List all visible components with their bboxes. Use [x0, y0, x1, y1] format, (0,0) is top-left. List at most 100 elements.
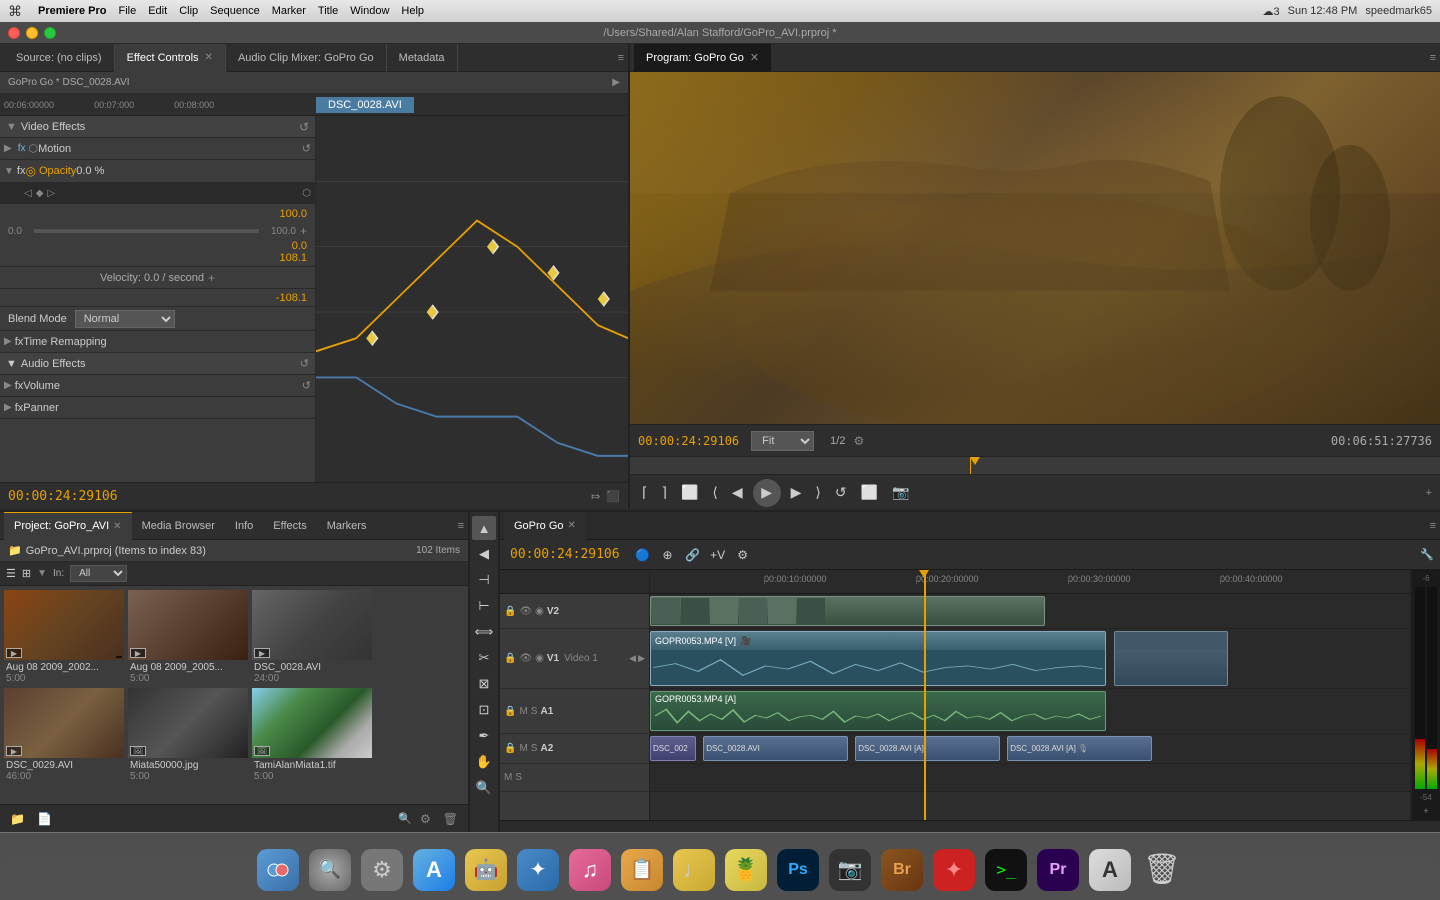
dock-system-prefs[interactable]: ⚙: [358, 843, 406, 891]
opacity-add-icon[interactable]: +: [300, 224, 307, 238]
slip-tool-button[interactable]: ⊠: [472, 672, 496, 696]
list-item[interactable]: ▶ DSC_0029.AVI 46:00: [4, 688, 124, 782]
opacity-nav-right-icon[interactable]: ▷: [47, 188, 55, 199]
video-effects-reset-icon[interactable]: ↺: [299, 120, 309, 134]
safe-margin-button[interactable]: ⬜: [857, 482, 882, 503]
a2-mute-icon[interactable]: M: [519, 743, 527, 754]
add-clip-icon[interactable]: +: [1426, 487, 1432, 499]
dock-finder[interactable]: [254, 843, 302, 891]
track-a2[interactable]: DSC_002 DSC_0028.AVI DSC_0028.AVI [A]: [650, 734, 1410, 764]
close-button[interactable]: [8, 27, 20, 39]
timeline-settings-icon[interactable]: 🔧: [1420, 548, 1434, 561]
list-item[interactable]: 🖼 TamiAlanMiata1.tif 5:00: [252, 688, 372, 782]
list-item[interactable]: ▶ Aug 08 2009_2005... 5:00: [128, 590, 248, 684]
tab-metadata[interactable]: Metadata: [387, 44, 458, 72]
add-marker-icon[interactable]: ⬛: [606, 490, 620, 503]
track-v1[interactable]: GOPR0053.MP4 [V] 🎥: [650, 629, 1410, 689]
dock-spike[interactable]: ✦: [930, 843, 978, 891]
menu-help[interactable]: Help: [401, 5, 424, 17]
dock-bridge[interactable]: Br: [878, 843, 926, 891]
ripple-edit-tool-button[interactable]: ⊣: [472, 568, 496, 592]
apple-menu[interactable]: ⌘: [8, 3, 22, 20]
audio-effects-collapse-icon[interactable]: ▼: [6, 358, 17, 370]
dock-garageband[interactable]: ♩: [670, 843, 718, 891]
opacity-value[interactable]: 0.0 %: [76, 165, 104, 177]
list-item[interactable]: 🖼 Miata50000.jpg 5:00: [128, 688, 248, 782]
dock-spotlight[interactable]: 🔍: [306, 843, 354, 891]
mark-clip-button[interactable]: ⬜: [677, 482, 702, 503]
dock-trash[interactable]: 🗑: [1138, 843, 1186, 891]
time-remap-expand-icon[interactable]: ▶: [4, 336, 12, 347]
panel-menu-button[interactable]: ≡: [618, 52, 624, 64]
a3-solo-icon[interactable]: S: [515, 772, 522, 783]
menu-clip[interactable]: Clip: [179, 5, 198, 17]
v1-lock-icon[interactable]: 🔒: [504, 653, 516, 664]
a1-mute-icon[interactable]: M: [519, 706, 527, 717]
menu-window[interactable]: Window: [350, 5, 389, 17]
v1-arrow-right-icon[interactable]: ▶: [638, 653, 645, 664]
search-icon[interactable]: 🔍: [398, 812, 412, 825]
delete-button[interactable]: 🗑: [439, 810, 462, 828]
opacity-add-keyframe-icon[interactable]: ◆: [36, 188, 44, 199]
new-bin-button[interactable]: 📁: [6, 810, 29, 828]
program-panel-menu[interactable]: ≡: [1430, 52, 1436, 64]
program-tab-close-icon[interactable]: ✕: [750, 51, 759, 64]
tab-info[interactable]: Info: [225, 512, 263, 540]
menu-sequence[interactable]: Sequence: [210, 5, 260, 17]
dock-font-book[interactable]: A: [1086, 843, 1134, 891]
app-name[interactable]: Premiere Pro: [38, 5, 106, 17]
slide-tool-button[interactable]: ⊡: [472, 698, 496, 722]
program-settings-icon[interactable]: ⚙: [853, 434, 864, 448]
tab-markers[interactable]: Markers: [317, 512, 377, 540]
program-timeline-ruler[interactable]: [630, 456, 1440, 474]
menu-edit[interactable]: Edit: [148, 5, 167, 17]
add-audio-button[interactable]: ⚙: [732, 544, 754, 566]
pen-tool-button[interactable]: ✒: [472, 724, 496, 748]
motion-reset-icon[interactable]: ↺: [302, 142, 311, 155]
play-to-out-icon[interactable]: ⤇: [591, 490, 600, 503]
search-in-dropdown[interactable]: All Name Type: [70, 565, 127, 582]
velocity-add-icon[interactable]: +: [208, 271, 215, 285]
new-item-button[interactable]: 📄: [33, 810, 56, 828]
v2-lock-icon[interactable]: 🔒: [504, 606, 516, 617]
opacity-expand-icon[interactable]: ▼: [4, 166, 14, 177]
track-a1[interactable]: GOPR0053.MP4 [A]: [650, 689, 1410, 734]
list-view-icon[interactable]: ☰: [6, 567, 16, 580]
audio-effects-reset-icon[interactable]: ↺: [300, 357, 309, 370]
hand-tool-button[interactable]: ✋: [472, 750, 496, 774]
track-v2[interactable]: [650, 594, 1410, 629]
track-select-tool-button[interactable]: ◀: [472, 542, 496, 566]
timeline-panel-menu[interactable]: ≡: [1430, 520, 1436, 532]
opacity-range-bar[interactable]: [34, 229, 259, 233]
dock-terminal[interactable]: >_: [982, 843, 1030, 891]
a2-clip-dsc002[interactable]: DSC_002: [650, 736, 696, 761]
mark-out-button[interactable]: ⌉: [657, 482, 670, 503]
tab-media-browser[interactable]: Media Browser: [132, 512, 225, 540]
razor-tool-button[interactable]: ✂: [472, 646, 496, 670]
a2-lock-icon[interactable]: 🔒: [504, 743, 516, 754]
search-dropdown[interactable]: ▼: [37, 568, 47, 579]
source-arrow-icon[interactable]: ▶: [612, 77, 620, 88]
step-back-button[interactable]: ◀: [728, 482, 747, 503]
tab-program-gopro[interactable]: Program: GoPro Go ✕: [634, 44, 771, 72]
a1-solo-icon[interactable]: S: [531, 706, 538, 717]
a1-clip[interactable]: GOPR0053.MP4 [A]: [650, 691, 1106, 731]
tab-effect-controls[interactable]: Effect Controls ✕: [115, 44, 226, 72]
dock-itunes[interactable]: ♫: [566, 843, 614, 891]
add-video-button[interactable]: +V: [707, 544, 729, 566]
play-button[interactable]: ▶: [753, 479, 781, 507]
tab-timeline-gopro[interactable]: GoPro Go ✕: [504, 512, 586, 540]
tracks-ruler[interactable]: 00:00:10:00000 00:00:20:00000 00:00:30:0…: [650, 570, 1410, 594]
project-tab-close-icon[interactable]: ✕: [113, 521, 121, 532]
dock-app-store[interactable]: A: [410, 843, 458, 891]
dock-premiere[interactable]: Pr: [1034, 843, 1082, 891]
motion-expand-icon[interactable]: ▶: [4, 143, 12, 154]
step-forward-button[interactable]: ▶: [787, 482, 806, 503]
dock-camera-raw[interactable]: 📷: [826, 843, 874, 891]
a2-solo-icon[interactable]: S: [531, 743, 538, 754]
a2-clip-dsc0028a2[interactable]: DSC_0028.AVI [A] 🎙: [1007, 736, 1151, 761]
export-frame-button[interactable]: 📷: [888, 482, 913, 503]
a2-clip-dsc0028a[interactable]: DSC_0028.AVI [A]: [855, 736, 999, 761]
opacity-keyframe-toggle[interactable]: ⬡: [302, 188, 311, 199]
track-a3[interactable]: [650, 764, 1410, 792]
